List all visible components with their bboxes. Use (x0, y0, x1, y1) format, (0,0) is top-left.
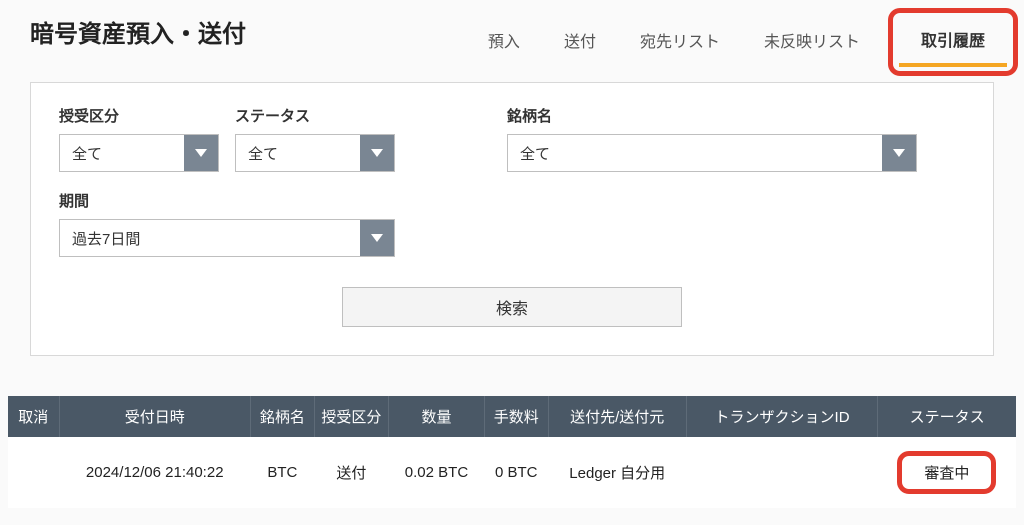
table-row[interactable]: 2024/12/06 21:40:22 BTC 送付 0.02 BTC 0 BT… (8, 437, 1016, 508)
select-period[interactable]: 過去7日間 (59, 219, 395, 257)
tab-deposit[interactable]: 預入 (466, 16, 542, 68)
th-txid: トランザクションID (686, 396, 877, 437)
select-symbol-value: 全て (508, 135, 882, 171)
filter-panel: 授受区分 全て ステータス 全て 銘柄名 全て (30, 82, 994, 356)
th-datetime: 受付日時 (59, 396, 250, 437)
cell-symbol: BTC (250, 437, 314, 508)
th-status: ステータス (878, 396, 1016, 437)
th-side: 授受区分 (314, 396, 388, 437)
results-table-wrap: 取消 受付日時 銘柄名 授受区分 数量 手数料 送付先/送付元 トランザクション… (8, 396, 1016, 508)
th-cancel: 取消 (8, 396, 59, 437)
status-text: 審査中 (924, 465, 969, 482)
cell-fee: 0 BTC (484, 437, 548, 508)
tab-history[interactable]: 取引履歴 (899, 15, 1007, 67)
page-title: 暗号資産預入・送付 (6, 8, 346, 49)
highlight-status-badge: 審査中 (897, 451, 996, 494)
cell-datetime: 2024/12/06 21:40:22 (59, 437, 250, 508)
select-side-value: 全て (60, 135, 184, 171)
label-side: 授受区分 (59, 105, 219, 126)
cell-side: 送付 (314, 437, 388, 508)
th-destination: 送付先/送付元 (548, 396, 686, 437)
tab-address-list[interactable]: 宛先リスト (618, 16, 742, 68)
chevron-down-icon (184, 135, 218, 171)
table-header-row: 取消 受付日時 銘柄名 授受区分 数量 手数料 送付先/送付元 トランザクション… (8, 396, 1016, 437)
highlight-history-tab: 取引履歴 (888, 8, 1018, 76)
th-fee: 手数料 (484, 396, 548, 437)
cell-quantity: 0.02 BTC (389, 437, 485, 508)
tab-unreflected[interactable]: 未反映リスト (742, 16, 882, 68)
label-symbol: 銘柄名 (507, 105, 917, 126)
chevron-down-icon (882, 135, 916, 171)
select-symbol[interactable]: 全て (507, 134, 917, 172)
tab-send[interactable]: 送付 (542, 16, 618, 68)
cell-txid (686, 437, 877, 508)
cell-status: 審査中 (878, 437, 1016, 508)
select-status-value: 全て (236, 135, 360, 171)
th-quantity: 数量 (389, 396, 485, 437)
select-side[interactable]: 全て (59, 134, 219, 172)
search-button[interactable]: 検索 (342, 287, 682, 327)
label-status: ステータス (235, 105, 395, 126)
tab-bar: 預入 送付 宛先リスト 未反映リスト 取引履歴 (346, 8, 1018, 76)
cell-cancel (8, 437, 59, 508)
select-period-value: 過去7日間 (60, 220, 360, 256)
select-status[interactable]: 全て (235, 134, 395, 172)
th-symbol: 銘柄名 (250, 396, 314, 437)
chevron-down-icon (360, 135, 394, 171)
cell-destination: Ledger 自分用 (548, 437, 686, 508)
chevron-down-icon (360, 220, 394, 256)
label-period: 期間 (59, 190, 395, 211)
